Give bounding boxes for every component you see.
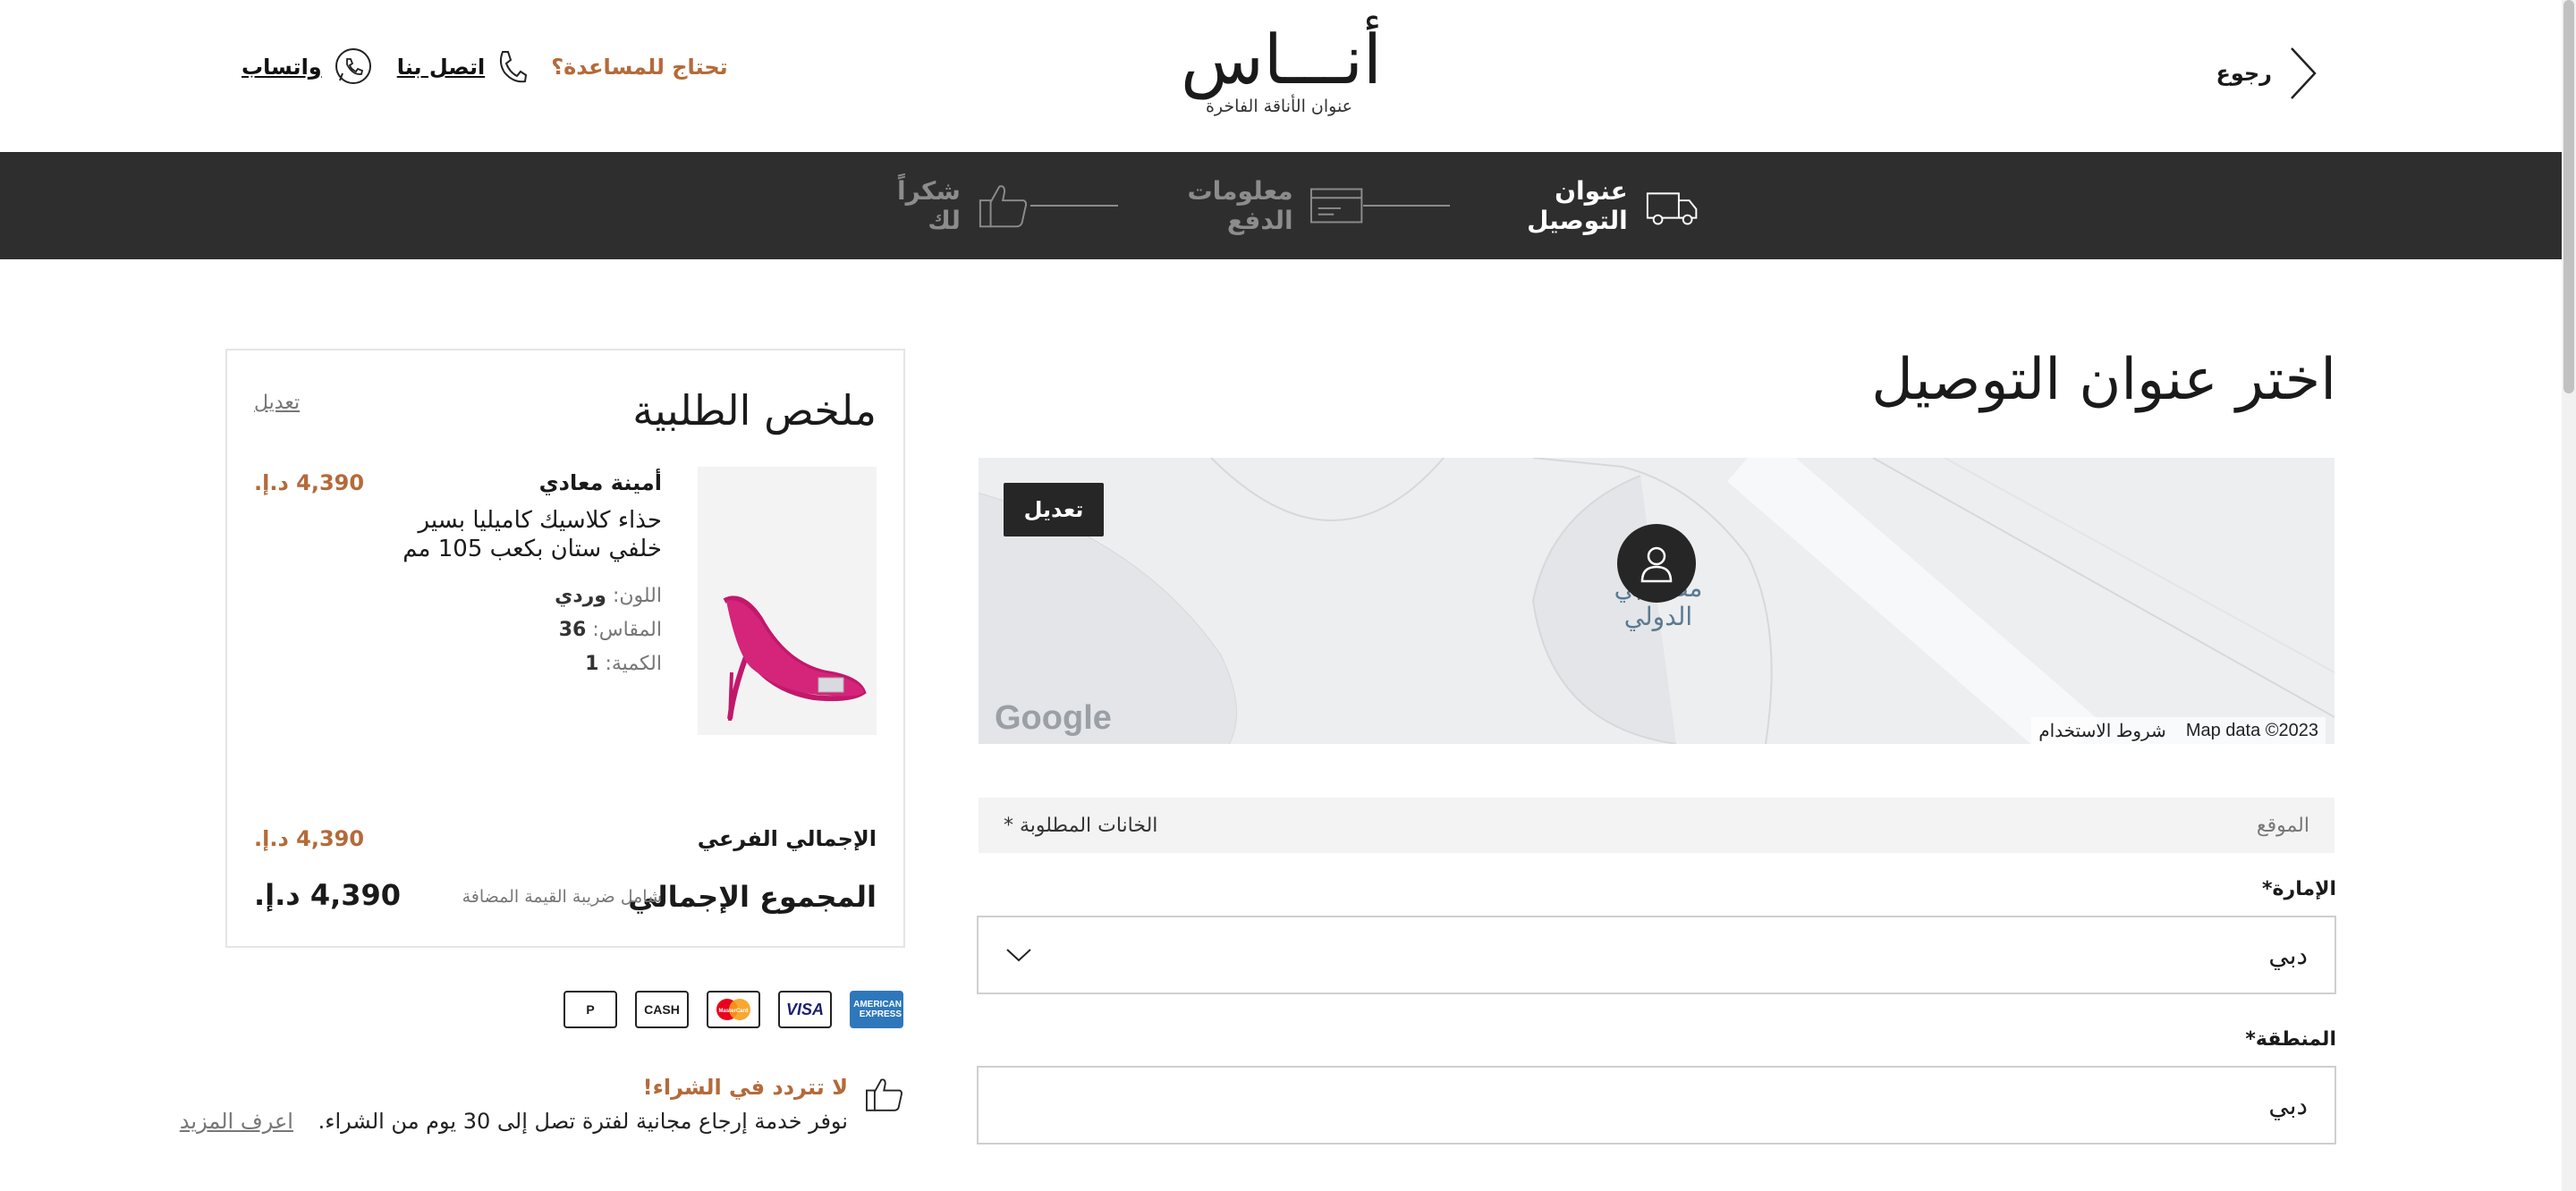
user-icon bbox=[1640, 546, 1673, 583]
whatsapp-label: واتساب bbox=[242, 55, 322, 80]
map-attribution: شروط الاستخدام Map data ©2023 bbox=[2031, 717, 2326, 744]
visa-icon: VISA bbox=[778, 991, 832, 1028]
size-label: المقاس: bbox=[592, 619, 662, 641]
location-bar: الموقع الخانات المطلوبة * bbox=[979, 798, 2334, 853]
area-input[interactable]: دبي bbox=[977, 1066, 2336, 1145]
top-header: رجوع أنـــاس عنوان الأناقة الفاخرة تحتاج… bbox=[0, 0, 2562, 152]
logo-tagline: عنوان الأناقة الفاخرة bbox=[1205, 97, 1353, 116]
emirate-value: دبي bbox=[2268, 940, 2308, 970]
product-quantity: الكمية: 1 bbox=[585, 653, 662, 675]
returns-text-row: نوفر خدمة إرجاع مجانية لفترة تصل إلى 30 … bbox=[180, 1109, 848, 1134]
subtotal-label: الإجمالي الفرعي bbox=[697, 826, 877, 851]
color-value: وردي bbox=[555, 585, 606, 607]
thumbs-up-icon bbox=[866, 1078, 902, 1111]
page-title: اختر عنوان التوصيل bbox=[1871, 347, 2336, 413]
color-label: اللون: bbox=[612, 585, 662, 607]
call-us-link[interactable]: اتصل بنا bbox=[397, 49, 528, 85]
page-scrollbar[interactable] bbox=[2562, 0, 2576, 1191]
emirate-label: الإمارة* bbox=[2262, 878, 2336, 900]
amex-icon: AMERICAN EXPRESS bbox=[850, 991, 903, 1028]
google-logo: Google bbox=[995, 699, 1112, 737]
product-brand: أمينة معادي bbox=[538, 470, 662, 495]
area-label: المنطقة* bbox=[2245, 1028, 2336, 1051]
size-value: 36 bbox=[558, 619, 587, 641]
chevron-right-icon bbox=[2291, 47, 2317, 99]
checkout-steps: عنوان التوصيل معلومات الدفع شكراً لك bbox=[0, 152, 2562, 259]
summary-edit-link[interactable]: تعديل bbox=[254, 392, 300, 414]
scrollbar-thumb[interactable] bbox=[2563, 0, 2574, 393]
cash-icon: CASH bbox=[635, 991, 689, 1028]
mastercard-icon: MasterCard bbox=[707, 991, 760, 1028]
help-question: تحتاج للمساعدة؟ bbox=[551, 55, 728, 80]
step-divider bbox=[1030, 205, 1118, 207]
back-button[interactable]: رجوع bbox=[2216, 45, 2320, 102]
back-label: رجوع bbox=[2216, 61, 2272, 86]
call-us-label: اتصل بنا bbox=[396, 55, 486, 80]
map-edit-button[interactable]: تعديل bbox=[1004, 483, 1104, 536]
thumbs-up-icon bbox=[979, 185, 1027, 228]
step-delivery-label: عنوان التوصيل bbox=[1527, 176, 1628, 235]
product-size: المقاس: 36 bbox=[559, 619, 662, 641]
summary-title: ملخص الطلبية bbox=[632, 386, 877, 435]
total-label: المجموع الإجمالي bbox=[628, 880, 877, 914]
payment-methods: AMERICAN EXPRESS VISA MasterCard CASH P bbox=[564, 991, 903, 1028]
map-location-pin[interactable] bbox=[1617, 524, 1696, 603]
product-image bbox=[698, 467, 877, 735]
product-color: اللون: وردي bbox=[555, 585, 662, 607]
vat-note: شامل ضريبة القيمة المضافة bbox=[462, 887, 662, 907]
pink-shoe-image bbox=[723, 596, 867, 722]
map-data-label: Map data ©2023 bbox=[2185, 720, 2318, 740]
qty-label: الكمية: bbox=[605, 653, 662, 675]
delivery-section: اختر عنوان التوصيل تعديل مطـ دبي الدولي … bbox=[977, 340, 2336, 1145]
brand-logo[interactable]: أنـــاس عنوان الأناقة الفاخرة bbox=[1181, 20, 1377, 116]
whatsapp-link[interactable]: واتساب bbox=[242, 46, 374, 88]
step-delivery: عنوان التوصيل bbox=[1450, 176, 1699, 235]
step-thanks: شكراً لك bbox=[859, 176, 1030, 235]
step-payment-label: معلومات الدفع bbox=[1187, 176, 1293, 235]
learn-more-link[interactable]: اعرف المزيد bbox=[180, 1109, 293, 1134]
qty-value: 1 bbox=[585, 653, 599, 675]
mastercard-circles: MasterCard bbox=[716, 999, 750, 1020]
area-value: دبي bbox=[2268, 1090, 2308, 1120]
returns-text: نوفر خدمة إرجاع مجانية لفترة تصل إلى 30 … bbox=[318, 1109, 848, 1134]
paypal-icon: P bbox=[564, 991, 617, 1028]
card-icon bbox=[1309, 188, 1362, 224]
logo-text: أنـــاس bbox=[1181, 20, 1382, 99]
map-terms-link[interactable]: شروط الاستخدام bbox=[2038, 720, 2166, 742]
chevron-down-icon bbox=[1006, 949, 1031, 962]
delivery-van-icon bbox=[1646, 192, 1698, 225]
mastercard-text: MasterCard bbox=[718, 1009, 748, 1014]
step-thanks-label: شكراً لك bbox=[897, 176, 961, 235]
total-value: 4,390 د.إ. bbox=[254, 878, 402, 912]
phone-icon bbox=[500, 51, 528, 83]
product-name: حذاء كلاسيك كاميليا بسير خلفي ستان بكعب … bbox=[402, 507, 662, 562]
step-divider bbox=[1362, 205, 1451, 207]
required-fields-note: الخانات المطلوبة * bbox=[1004, 814, 1158, 837]
product-price: 4,390 د.إ. bbox=[254, 470, 365, 495]
help-links: تحتاج للمساعدة؟ اتصل بنا واتساب bbox=[242, 46, 728, 88]
returns-title: لا تتردد في الشراء! bbox=[642, 1075, 848, 1100]
location-map[interactable]: تعديل مطـ دبي الدولي Google شروط الاستخد… bbox=[979, 458, 2334, 744]
order-summary: ملخص الطلبية تعديل أمينة معادي حذاء كلاس… bbox=[225, 349, 905, 948]
location-label: الموقع bbox=[2256, 814, 2309, 837]
subtotal-value: 4,390 د.إ. bbox=[254, 826, 365, 851]
step-payment: معلومات الدفع bbox=[1118, 176, 1363, 235]
emirate-select[interactable]: دبي bbox=[977, 916, 2336, 994]
whatsapp-icon bbox=[335, 48, 371, 84]
